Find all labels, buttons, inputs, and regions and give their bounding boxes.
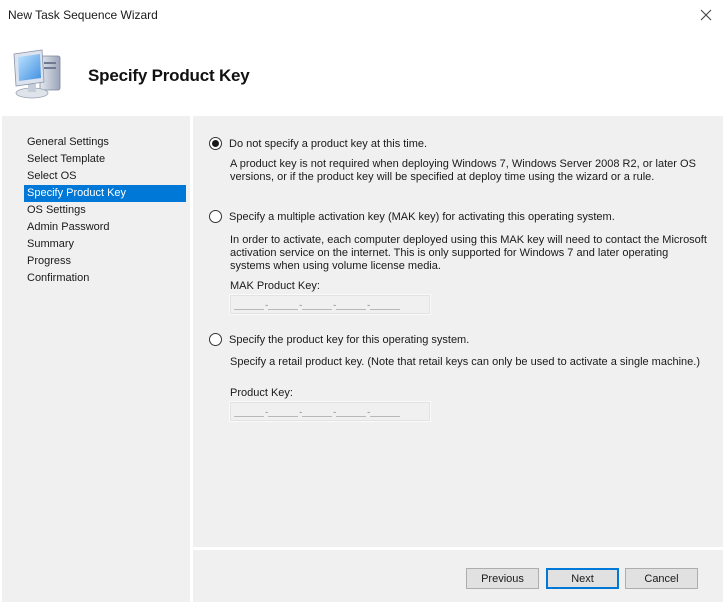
mak-key-radio[interactable] xyxy=(209,210,222,223)
sidebar-item-general-settings: General Settings xyxy=(27,136,109,148)
sidebar-item-select-template: Select Template xyxy=(27,153,106,165)
retail-key-description: Specify a retail product key. (Note that… xyxy=(230,356,700,368)
sidebar-item-admin-password: Admin Password xyxy=(27,221,110,233)
product-key-input: ---- xyxy=(229,401,431,422)
mak-product-key-label: MAK Product Key: xyxy=(230,280,320,292)
radio-selected-dot xyxy=(212,140,219,147)
mak-key-description: In order to activate, each computer depl… xyxy=(230,234,707,272)
sidebar-item-summary: Summary xyxy=(27,238,75,250)
sidebar-item-select-os: Select OS xyxy=(27,170,77,182)
sidebar-item-progress: Progress xyxy=(27,255,72,267)
computer-icon xyxy=(13,49,61,99)
sidebar-item-confirmation: Confirmation xyxy=(27,272,90,284)
page-title: Specify Product Key xyxy=(88,66,250,85)
sidebar-item-os-settings: OS Settings xyxy=(27,204,86,216)
wizard-steps-sidebar: General Settings Select Template Select … xyxy=(2,116,190,602)
no-product-key-radio[interactable] xyxy=(209,137,222,150)
cancel-button[interactable]: Cancel xyxy=(625,568,698,589)
main-panel: Do not specify a product key at this tim… xyxy=(193,116,723,547)
next-button[interactable]: Next xyxy=(546,568,619,589)
no-product-key-option[interactable]: Do not specify a product key at this tim… xyxy=(209,137,427,150)
close-button[interactable] xyxy=(689,0,723,30)
mak-key-option[interactable]: Specify a multiple activation key (MAK k… xyxy=(209,210,615,223)
sidebar-item-specify-product-key: Specify Product Key xyxy=(24,185,186,202)
product-key-label: Product Key: xyxy=(230,387,293,399)
retail-key-option[interactable]: Specify the product key for this operati… xyxy=(209,333,469,346)
mak-product-key-input: ---- xyxy=(229,294,431,315)
no-product-key-label: Do not specify a product key at this tim… xyxy=(229,137,428,150)
window-title: New Task Sequence Wizard xyxy=(8,8,158,22)
wizard-footer: Previous Next Cancel xyxy=(193,550,723,602)
retail-key-radio[interactable] xyxy=(209,333,222,346)
retail-key-label: Specify the product key for this operati… xyxy=(229,333,470,346)
title-bar: New Task Sequence Wizard xyxy=(0,0,723,30)
no-product-key-description: A product key is not required when deplo… xyxy=(230,158,696,183)
mak-key-label: Specify a multiple activation key (MAK k… xyxy=(229,210,615,223)
previous-button[interactable]: Previous xyxy=(466,568,539,589)
wizard-header: Specify Product Key xyxy=(0,30,723,114)
close-icon xyxy=(700,9,712,21)
